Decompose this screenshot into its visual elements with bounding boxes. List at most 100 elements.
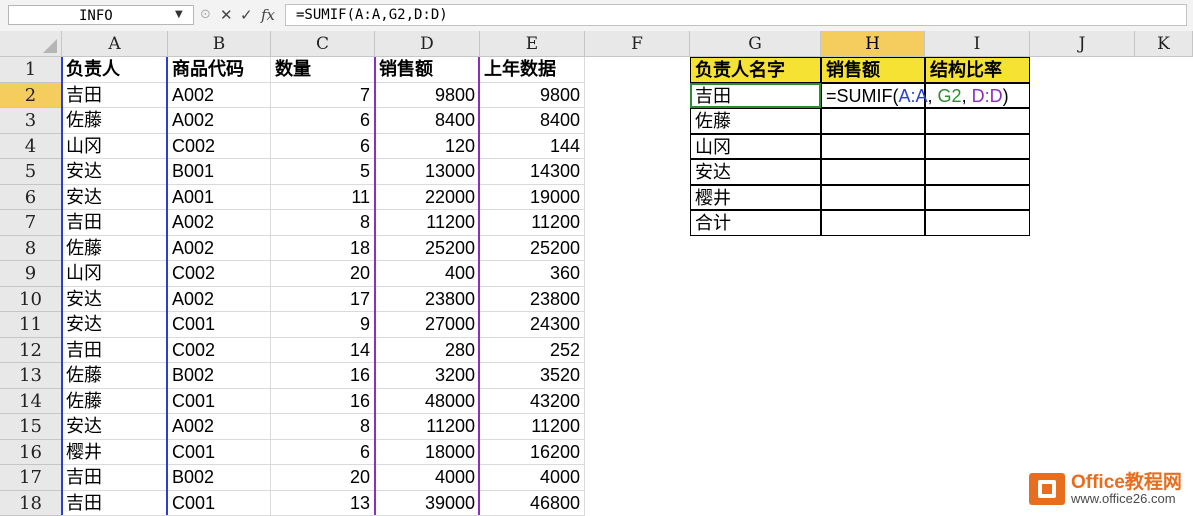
summary-sales-cell[interactable] — [821, 134, 925, 160]
data-cell[interactable]: 樱井 — [62, 440, 168, 466]
data-cell[interactable]: 佐藤 — [62, 236, 168, 262]
summary-header-g1[interactable]: 负责人名字 — [690, 57, 821, 83]
summary-sales-cell[interactable] — [821, 185, 925, 211]
column-header-e[interactable]: E — [480, 31, 585, 57]
summary-header-i1[interactable]: 结构比率 — [925, 57, 1030, 83]
data-cell[interactable]: 6 — [271, 134, 375, 160]
data-cell[interactable]: 11200 — [375, 210, 480, 236]
data-cell[interactable]: 吉田 — [62, 491, 168, 516]
row-header-13[interactable]: 13 — [0, 363, 62, 389]
data-cell[interactable]: 22000 — [375, 185, 480, 211]
row-header-1[interactable]: 1 — [0, 57, 62, 83]
data-cell[interactable]: 6 — [271, 440, 375, 466]
data-cell[interactable]: B001 — [168, 159, 271, 185]
data-cell[interactable]: C001 — [168, 491, 271, 516]
data-cell[interactable]: A002 — [168, 210, 271, 236]
data-cell[interactable]: 9800 — [480, 83, 585, 109]
column-header-k[interactable]: K — [1135, 31, 1193, 57]
column-header-i[interactable]: I — [925, 31, 1030, 57]
data-cell[interactable]: 13 — [271, 491, 375, 516]
data-cell[interactable]: B002 — [168, 465, 271, 491]
cancel-icon[interactable]: ✕ — [220, 5, 233, 25]
editing-cell-h2[interactable]: =SUMIF(A:A, G2, D:D) — [821, 83, 925, 109]
data-cell[interactable]: C001 — [168, 389, 271, 415]
data-cell[interactable]: 18 — [271, 236, 375, 262]
data-cell[interactable]: 4000 — [480, 465, 585, 491]
row-header-12[interactable]: 12 — [0, 338, 62, 364]
data-cell[interactable]: C002 — [168, 134, 271, 160]
data-cell[interactable]: 5 — [271, 159, 375, 185]
header-cell-a1[interactable]: 负责人 — [62, 57, 168, 83]
enter-icon[interactable]: ✓ — [240, 5, 253, 25]
summary-name-cell[interactable]: 樱井 — [690, 185, 821, 211]
header-cell-d1[interactable]: 销售额 — [375, 57, 480, 83]
row-header-10[interactable]: 10 — [0, 287, 62, 313]
summary-header-h1[interactable]: 销售额 — [821, 57, 925, 83]
summary-ratio-cell[interactable] — [925, 210, 1030, 236]
data-cell[interactable]: C002 — [168, 261, 271, 287]
row-header-7[interactable]: 7 — [0, 210, 62, 236]
column-header-j[interactable]: J — [1030, 31, 1135, 57]
data-cell[interactable]: 山冈 — [62, 261, 168, 287]
summary-sales-cell[interactable] — [821, 159, 925, 185]
row-header-3[interactable]: 3 — [0, 108, 62, 134]
data-cell[interactable]: 27000 — [375, 312, 480, 338]
data-cell[interactable]: 43200 — [480, 389, 585, 415]
data-cell[interactable]: 吉田 — [62, 465, 168, 491]
summary-name-cell[interactable]: 合计 — [690, 210, 821, 236]
data-cell[interactable]: 4000 — [375, 465, 480, 491]
data-cell[interactable]: A002 — [168, 83, 271, 109]
data-cell[interactable]: 360 — [480, 261, 585, 287]
data-cell[interactable]: 安达 — [62, 287, 168, 313]
data-cell[interactable]: 23800 — [480, 287, 585, 313]
data-cell[interactable]: A001 — [168, 185, 271, 211]
data-cell[interactable]: 20 — [271, 261, 375, 287]
data-cell[interactable]: 39000 — [375, 491, 480, 516]
column-header-h[interactable]: H — [821, 31, 925, 57]
data-cell[interactable]: 11 — [271, 185, 375, 211]
row-header-6[interactable]: 6 — [0, 185, 62, 211]
data-cell[interactable]: B002 — [168, 363, 271, 389]
summary-ratio-cell[interactable] — [925, 134, 1030, 160]
data-cell[interactable]: 11200 — [480, 414, 585, 440]
summary-name-cell[interactable]: 吉田 — [690, 83, 821, 109]
header-cell-b1[interactable]: 商品代码 — [168, 57, 271, 83]
summary-name-cell[interactable]: 佐藤 — [690, 108, 821, 134]
data-cell[interactable]: 8 — [271, 210, 375, 236]
data-cell[interactable]: C001 — [168, 440, 271, 466]
select-all-corner[interactable] — [0, 31, 62, 57]
column-header-c[interactable]: C — [271, 31, 375, 57]
data-cell[interactable]: A002 — [168, 236, 271, 262]
data-cell[interactable]: C001 — [168, 312, 271, 338]
data-cell[interactable]: 3520 — [480, 363, 585, 389]
data-cell[interactable]: 400 — [375, 261, 480, 287]
row-header-4[interactable]: 4 — [0, 134, 62, 160]
summary-ratio-cell[interactable] — [925, 159, 1030, 185]
data-cell[interactable]: 252 — [480, 338, 585, 364]
data-cell[interactable]: 8 — [271, 414, 375, 440]
data-cell[interactable]: 16 — [271, 389, 375, 415]
data-cell[interactable]: 144 — [480, 134, 585, 160]
column-header-a[interactable]: A — [62, 31, 168, 57]
data-cell[interactable]: 安达 — [62, 185, 168, 211]
header-cell-e1[interactable]: 上年数据 — [480, 57, 585, 83]
row-header-11[interactable]: 11 — [0, 312, 62, 338]
data-cell[interactable]: 佐藤 — [62, 389, 168, 415]
name-box[interactable]: INFO — [8, 5, 194, 25]
data-cell[interactable]: 19000 — [480, 185, 585, 211]
data-cell[interactable]: 17 — [271, 287, 375, 313]
data-cell[interactable]: 9800 — [375, 83, 480, 109]
data-cell[interactable]: 13000 — [375, 159, 480, 185]
data-cell[interactable]: 山冈 — [62, 134, 168, 160]
data-cell[interactable]: 18000 — [375, 440, 480, 466]
summary-ratio-cell[interactable] — [925, 185, 1030, 211]
data-cell[interactable]: A002 — [168, 108, 271, 134]
data-cell[interactable]: A002 — [168, 414, 271, 440]
data-cell[interactable]: 7 — [271, 83, 375, 109]
row-header-14[interactable]: 14 — [0, 389, 62, 415]
data-cell[interactable]: 安达 — [62, 159, 168, 185]
data-cell[interactable]: 6 — [271, 108, 375, 134]
row-header-5[interactable]: 5 — [0, 159, 62, 185]
column-header-f[interactable]: F — [585, 31, 690, 57]
column-header-b[interactable]: B — [168, 31, 271, 57]
